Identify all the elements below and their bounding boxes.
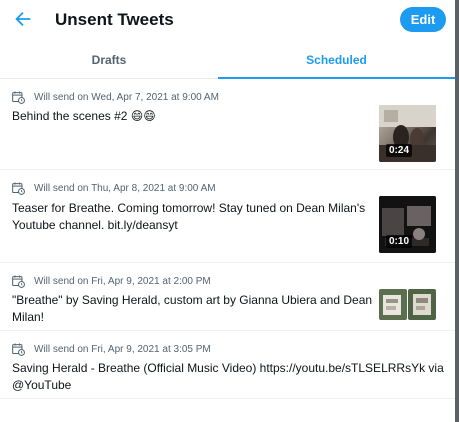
scheduled-tweet-item[interactable]: Will send on Wed, Apr 7, 2021 at 9:00 AM… (0, 79, 455, 170)
back-arrow-icon[interactable] (12, 8, 34, 30)
schedule-info: Will send on Fri, Apr 9, 2021 at 2:00 PM (12, 273, 211, 289)
image-thumbnail[interactable] (408, 289, 436, 320)
tab-bar: Drafts Scheduled (0, 41, 455, 79)
edit-button[interactable]: Edit (400, 7, 446, 32)
schedule-text: Will send on Fri, Apr 9, 2021 at 3:05 PM (34, 343, 211, 355)
backdrop-edge (455, 0, 459, 422)
tab-drafts[interactable]: Drafts (0, 41, 218, 78)
scheduled-tweet-item[interactable]: Will send on Fri, Apr 9, 2021 at 3:05 PM… (0, 331, 455, 399)
video-duration: 0:10 (386, 235, 413, 248)
tweet-text: "Breathe" by Saving Herald, custom art b… (12, 293, 373, 324)
modal-header: Unsent Tweets Edit (0, 0, 455, 40)
schedule-info: Will send on Fri, Apr 9, 2021 at 3:05 PM (12, 341, 211, 357)
schedule-text: Will send on Thu, Apr 8, 2021 at 9:00 AM (34, 182, 216, 194)
scheduled-tweet-list: Will send on Wed, Apr 7, 2021 at 9:00 AM… (0, 79, 455, 399)
schedule-info: Will send on Thu, Apr 8, 2021 at 9:00 AM (12, 180, 216, 196)
image-art (379, 289, 407, 320)
calendar-clock-icon (12, 90, 25, 104)
calendar-clock-icon (12, 342, 25, 356)
tweet-text: Behind the scenes #2 😄😄 (12, 109, 156, 123)
video-thumbnail[interactable]: 0:24 (379, 105, 436, 162)
scheduled-tweet-item[interactable]: Will send on Thu, Apr 8, 2021 at 9:00 AM… (0, 170, 455, 263)
schedule-info: Will send on Wed, Apr 7, 2021 at 9:00 AM (12, 89, 219, 105)
video-thumbnail[interactable]: 0:10 (379, 196, 436, 253)
tweet-text: Teaser for Breathe. Coming tomorrow! Sta… (12, 201, 366, 232)
image-thumbnail[interactable] (379, 289, 407, 320)
scheduled-tweet-item[interactable]: Will send on Fri, Apr 9, 2021 at 2:00 PM… (0, 263, 455, 331)
tab-scheduled[interactable]: Scheduled (218, 41, 455, 78)
schedule-text: Will send on Wed, Apr 7, 2021 at 9:00 AM (34, 91, 219, 103)
calendar-clock-icon (12, 181, 25, 195)
page-title: Unsent Tweets (55, 10, 174, 29)
tweet-text: Saving Herald - Breathe (Official Music … (12, 361, 444, 392)
unsent-tweets-modal: Unsent Tweets Edit Drafts Scheduled Will… (0, 0, 455, 422)
schedule-text: Will send on Fri, Apr 9, 2021 at 2:00 PM (34, 275, 211, 287)
video-duration: 0:24 (386, 144, 413, 157)
image-art (408, 289, 436, 320)
calendar-clock-icon (12, 274, 25, 288)
